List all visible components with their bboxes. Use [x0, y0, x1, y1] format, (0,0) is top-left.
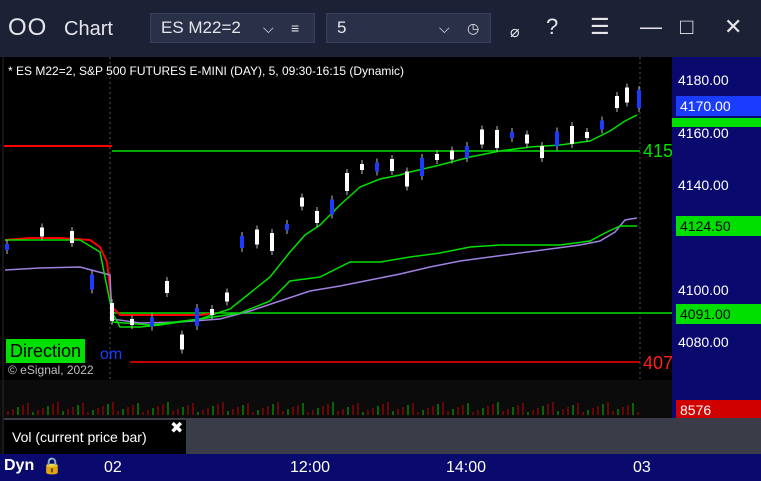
last-price-tag: 4170.00 — [676, 96, 761, 116]
candle — [130, 319, 134, 325]
candle — [5, 244, 9, 250]
maximize-icon[interactable]: □ — [680, 14, 693, 40]
candle — [480, 129, 484, 145]
candle — [390, 159, 394, 171]
candle — [555, 131, 559, 147]
chevron-down-icon[interactable]: ⌵ — [263, 14, 274, 42]
clock-icon[interactable]: ◷ — [467, 14, 479, 42]
layout-icon[interactable]: ☰ — [590, 14, 610, 40]
upper-level-label: 415 — [643, 141, 674, 161]
direction-label: Direction — [6, 339, 86, 363]
window-title: Chart — [64, 18, 113, 40]
candle — [450, 150, 454, 160]
candle — [525, 134, 529, 144]
time-label: 02 — [104, 459, 122, 476]
candle — [70, 231, 74, 243]
candle — [195, 308, 199, 326]
candle — [637, 90, 641, 108]
lock-icon[interactable]: 🔒 — [42, 456, 62, 476]
volume-label: Vol (current price bar) — [4, 420, 186, 454]
minimize-icon[interactable]: — — [640, 14, 662, 40]
price-tick: 4180.00 — [678, 72, 729, 88]
close-icon[interactable]: ✕ — [724, 14, 742, 40]
title-bar: OO Chart ES M22=2 ⌵ ≡ 5 ⌵ ◷ ⌀ ? ☰ — □ ✕ — [0, 0, 761, 57]
symbol-value: ES M22=2 — [161, 18, 241, 37]
help-icon[interactable]: ? — [546, 14, 558, 40]
time-axis[interactable]: Dyn 🔒 02 12:00 14:00 03 — [0, 454, 761, 481]
candle — [165, 281, 169, 293]
candle — [615, 96, 619, 108]
candle — [180, 334, 184, 350]
copyright-text: © eSignal, 2022 — [8, 363, 94, 377]
candle — [300, 197, 304, 207]
candle — [420, 158, 424, 176]
candle — [270, 233, 274, 251]
candle — [495, 130, 499, 148]
interval-value: 5 — [337, 18, 347, 37]
price-chart[interactable] — [0, 57, 761, 457]
candle — [600, 120, 604, 130]
lower-level-label: 407 — [643, 353, 674, 373]
candle — [240, 236, 244, 248]
candle — [585, 132, 589, 138]
candle — [255, 229, 259, 245]
candle — [40, 227, 44, 237]
price-tick: 4100.00 — [678, 282, 729, 298]
interval-selector[interactable]: 5 ⌵ ◷ — [326, 13, 491, 43]
candle — [110, 303, 114, 321]
price-tick: 4160.00 — [678, 125, 729, 141]
volume-tag: 8576 — [676, 400, 761, 420]
time-label: 12:00 — [290, 459, 331, 476]
price-tick: 4140.00 — [678, 177, 729, 193]
candle — [345, 173, 349, 191]
candle — [360, 164, 364, 170]
price-tick: 4080.00 — [678, 334, 729, 350]
candle — [225, 292, 229, 302]
chart-info-line: * ES M22=2, S&P 500 FUTURES E-MINI (DAY)… — [8, 64, 405, 78]
candle — [150, 317, 154, 327]
candle — [465, 146, 469, 158]
candle — [540, 146, 544, 158]
candle — [435, 154, 439, 160]
candle — [510, 132, 514, 138]
volume-series — [7, 402, 639, 415]
green-price-tag-lower: 4091.00 — [676, 304, 761, 324]
time-label: 14:00 — [446, 459, 487, 476]
candle — [90, 274, 94, 290]
chart-canvas[interactable] — [0, 57, 761, 457]
chart-app-icon: OO — [8, 14, 48, 41]
candle — [570, 126, 574, 144]
direction-suffix: om — [100, 346, 123, 363]
chevron-down-icon[interactable]: ⌵ — [439, 14, 450, 42]
symbol-selector[interactable]: ES M22=2 ⌵ ≡ — [150, 13, 315, 43]
pin-icon[interactable]: ⌀ — [510, 22, 520, 42]
candle — [375, 162, 379, 172]
candle — [405, 171, 409, 187]
candle — [625, 87, 629, 103]
dyn-label: Dyn — [4, 457, 35, 474]
green-price-tag-upper: 4124.50 — [676, 216, 761, 236]
time-label: 03 — [633, 459, 651, 476]
green-marker — [672, 118, 761, 127]
candle — [210, 309, 214, 315]
candle — [285, 224, 289, 230]
symbol-list-icon[interactable]: ≡ — [291, 14, 299, 42]
close-icon[interactable]: ✖ — [170, 418, 183, 438]
candle — [330, 199, 334, 215]
candle — [315, 211, 319, 223]
